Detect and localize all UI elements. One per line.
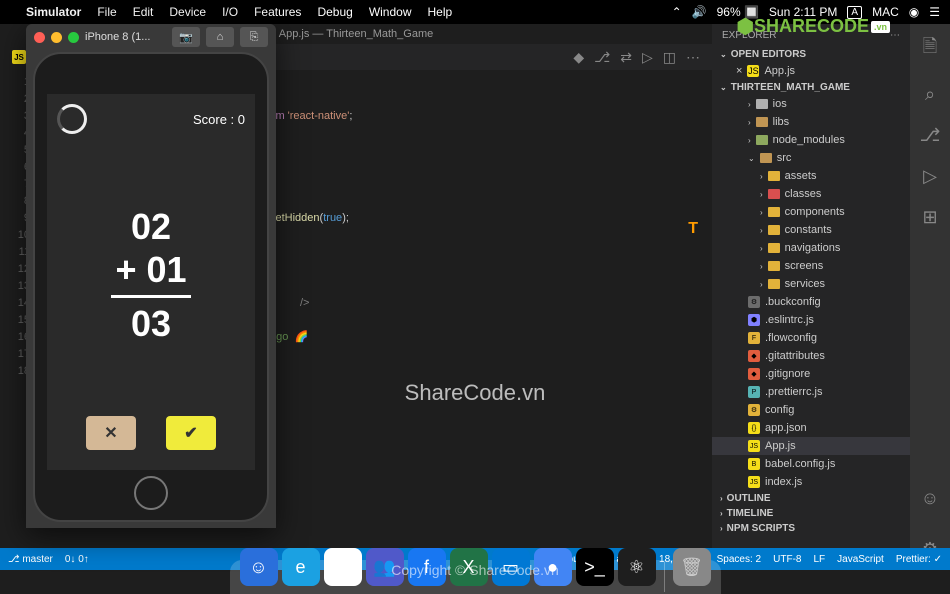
git-icon[interactable]: ⎇	[594, 49, 610, 66]
math-display: 02 + 01 03	[47, 134, 255, 416]
menu-features[interactable]: Features	[254, 5, 301, 19]
menu-file[interactable]: File	[97, 5, 116, 19]
folder-screens[interactable]: ›screens	[712, 257, 910, 275]
nav-icon[interactable]: ⇄	[620, 49, 632, 66]
volume-icon[interactable]: 🔊	[692, 5, 707, 19]
file--eslintrc-js[interactable]: ⬢.eslintrc.js	[712, 311, 910, 329]
file--flowconfig[interactable]: F.flowconfig	[712, 329, 910, 347]
folder-classes[interactable]: ›classes	[712, 185, 910, 203]
timer-circle	[57, 104, 87, 134]
siri-icon[interactable]: ◉	[909, 5, 919, 19]
file-config[interactable]: ⚙config	[712, 401, 910, 419]
file--gitignore[interactable]: ◆.gitignore	[712, 365, 910, 383]
file--gitattributes[interactable]: ◆.gitattributes	[712, 347, 910, 365]
menu-io[interactable]: I/O	[222, 5, 238, 19]
encoding-status[interactable]: UTF-8	[773, 554, 801, 565]
window-zoom-button[interactable]	[68, 32, 79, 43]
phone-screen: Score : 0 02 + 01 03 ✕ ✔	[47, 94, 255, 470]
compare-icon[interactable]: ◆	[573, 49, 584, 66]
prettier-status[interactable]: Prettier: ✓	[896, 554, 942, 565]
menu-window[interactable]: Window	[369, 5, 412, 19]
run-icon[interactable]: ▷	[642, 49, 653, 66]
file-app-json[interactable]: {}app.json	[712, 419, 910, 437]
result: 03	[131, 302, 171, 345]
js-file-icon: JS	[12, 50, 26, 64]
rotate-button[interactable]: ⎘	[240, 27, 268, 47]
sync-status[interactable]: 0↓ 0↑	[65, 554, 89, 565]
project-section[interactable]: ⌄THIRTEEN_MATH_GAME	[712, 80, 910, 95]
watermark-center: ShareCode.vn	[405, 380, 546, 406]
eol-status[interactable]: LF	[813, 554, 825, 565]
window-close-button[interactable]	[34, 32, 45, 43]
activity-bar: 🗎 ⌕ ⎇ ▷ ⊞ ☺ ⚙	[910, 24, 950, 570]
folder-constants[interactable]: ›constants	[712, 221, 910, 239]
sim-title: iPhone 8 (1...	[85, 31, 150, 43]
indent-status[interactable]: Spaces: 2	[717, 554, 761, 565]
dock-app-1[interactable]: e	[282, 548, 320, 586]
file-App-js[interactable]: JSApp.js	[712, 437, 910, 455]
menu-edit[interactable]: Edit	[133, 5, 154, 19]
app-name[interactable]: Simulator	[26, 5, 81, 19]
lang-status[interactable]: JavaScript	[837, 554, 884, 565]
phone-home-button[interactable]	[134, 476, 168, 510]
dock-app-9[interactable]: ⚛	[618, 548, 656, 586]
operand-a: 02	[131, 205, 171, 248]
split-icon[interactable]: ◫	[663, 49, 676, 66]
score-label: Score : 0	[193, 112, 245, 127]
folder-node_modules[interactable]: ›node_modules	[712, 131, 910, 149]
explorer-more-icon[interactable]: ⋯	[890, 30, 900, 41]
branch-status[interactable]: ⎇ master	[8, 554, 53, 565]
window-minimize-button[interactable]	[51, 32, 62, 43]
operand-b: 01	[146, 248, 186, 291]
account-icon[interactable]: ☺	[921, 488, 939, 509]
extensions-icon[interactable]: ⊞	[922, 207, 937, 228]
folder-components[interactable]: ›components	[712, 203, 910, 221]
wrong-button[interactable]: ✕	[86, 416, 136, 450]
dock-app-2[interactable]: T	[324, 548, 362, 586]
operator: +	[115, 248, 136, 291]
control-center-icon[interactable]: ☰	[929, 5, 940, 19]
files-icon[interactable]: 🗎	[923, 34, 937, 64]
search-icon[interactable]: ⌕	[925, 84, 935, 105]
menu-debug[interactable]: Debug	[317, 5, 352, 19]
file-index-js[interactable]: JSindex.js	[712, 473, 910, 491]
folder-assets[interactable]: ›assets	[712, 167, 910, 185]
menu-help[interactable]: Help	[428, 5, 453, 19]
dock-trash[interactable]: 🗑	[673, 548, 711, 586]
typing-indicator: T	[688, 220, 698, 238]
correct-button[interactable]: ✔	[166, 416, 216, 450]
explorer-panel: EXPLORER⋯ ⌄OPEN EDITORS × JS App.js ⌄THI…	[712, 24, 910, 570]
simulator-window: iPhone 8 (1... 📷 ⌂ ⎘ Score : 0 02 + 01 0…	[26, 24, 276, 528]
open-editor-item[interactable]: × JS App.js	[712, 62, 910, 80]
folder-navigations[interactable]: ›navigations	[712, 239, 910, 257]
close-icon[interactable]: ×	[736, 65, 742, 77]
phone-frame: Score : 0 02 + 01 03 ✕ ✔	[33, 52, 269, 522]
folder-libs[interactable]: ›libs	[712, 113, 910, 131]
outline-section[interactable]: ›OUTLINE	[712, 491, 910, 506]
file--buckconfig[interactable]: ⚙.buckconfig	[712, 293, 910, 311]
more-icon[interactable]: ⋯	[686, 49, 700, 66]
dock-app-0[interactable]: ☺	[240, 548, 278, 586]
folder-services[interactable]: ›services	[712, 275, 910, 293]
menu-device[interactable]: Device	[169, 5, 206, 19]
open-editors-section[interactable]: ⌄OPEN EDITORS	[712, 47, 910, 62]
folder-src[interactable]: ⌄src	[712, 149, 910, 167]
file--prettierrc-js[interactable]: P.prettierrc.js	[712, 383, 910, 401]
source-control-icon[interactable]: ⎇	[920, 125, 941, 146]
file-babel-config-js[interactable]: Bbabel.config.js	[712, 455, 910, 473]
watermark-copyright: Copyright © ShareCode.vn	[391, 562, 559, 578]
wifi-icon[interactable]: ⌃	[672, 5, 682, 19]
dock-app-8[interactable]: >_	[576, 548, 614, 586]
screenshot-button[interactable]: 📷	[172, 27, 200, 47]
timeline-section[interactable]: ›TIMELINE	[712, 506, 910, 521]
folder-ios[interactable]: ›ios	[712, 95, 910, 113]
home-button[interactable]: ⌂	[206, 27, 234, 47]
npm-section[interactable]: ›NPM SCRIPTS	[712, 521, 910, 536]
sharecode-logo: ⬢SHARECODE.vn	[737, 14, 891, 39]
debug-icon[interactable]: ▷	[923, 166, 937, 187]
